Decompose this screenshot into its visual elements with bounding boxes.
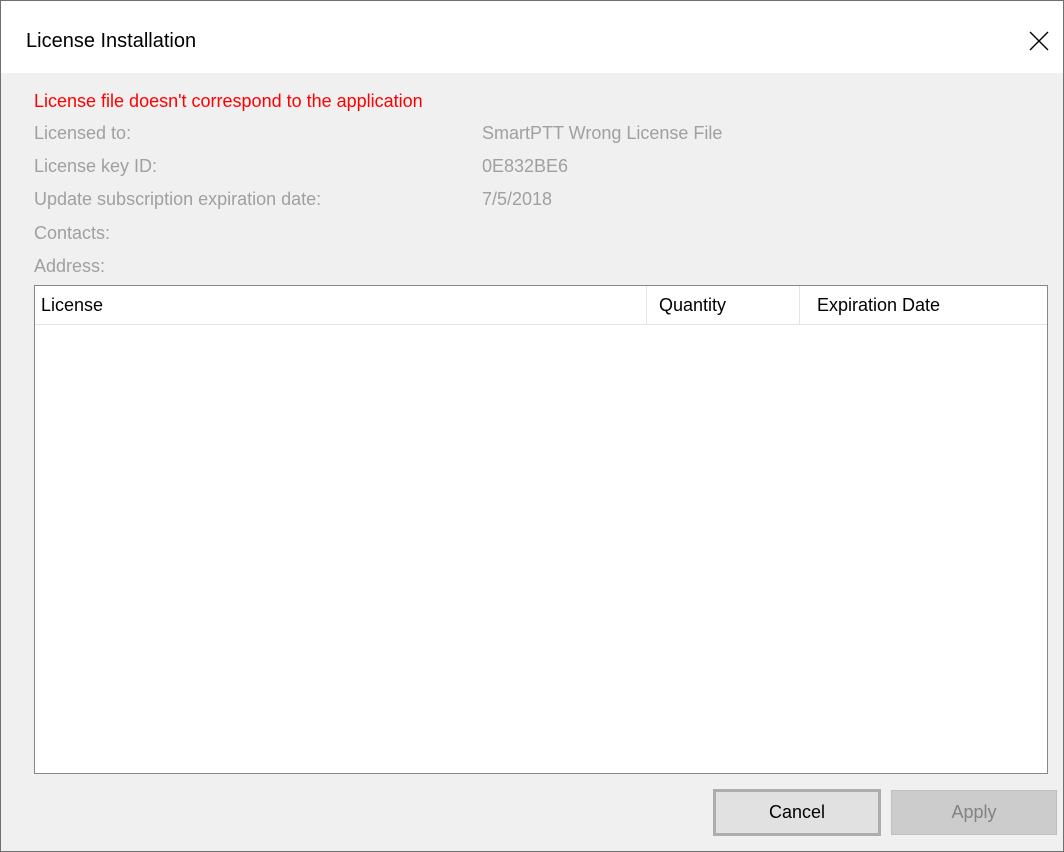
apply-button[interactable]: Apply: [891, 790, 1057, 835]
license-list[interactable]: License Quantity Expiration Date: [34, 285, 1048, 774]
error-message: License file doesn't correspond to the a…: [34, 91, 423, 111]
address-label: Address:: [34, 256, 106, 276]
license-installation-dialog: License Installation License file doesn'…: [0, 0, 1064, 852]
column-header-quantity[interactable]: Quantity: [647, 286, 800, 324]
license-key-id-label: License key ID:: [34, 156, 158, 176]
cancel-button[interactable]: Cancel: [713, 789, 881, 836]
column-header-expiration-date[interactable]: Expiration Date: [800, 286, 1047, 324]
update-expiration-value: 7/5/2018: [482, 189, 553, 209]
license-key-id-value: 0E832BE6: [482, 156, 569, 176]
licensed-to-label: Licensed to:: [34, 123, 132, 143]
update-expiration-label: Update subscription expiration date:: [34, 189, 322, 209]
contacts-label: Contacts:: [34, 223, 111, 243]
close-button[interactable]: [1019, 21, 1059, 61]
column-header-license[interactable]: License: [35, 286, 647, 324]
title-bar: License Installation: [1, 1, 1063, 73]
close-icon: [1029, 31, 1049, 51]
window-title: License Installation: [26, 30, 197, 52]
list-header: License Quantity Expiration Date: [35, 286, 1047, 325]
licensed-to-value: SmartPTT Wrong License File: [482, 123, 723, 143]
